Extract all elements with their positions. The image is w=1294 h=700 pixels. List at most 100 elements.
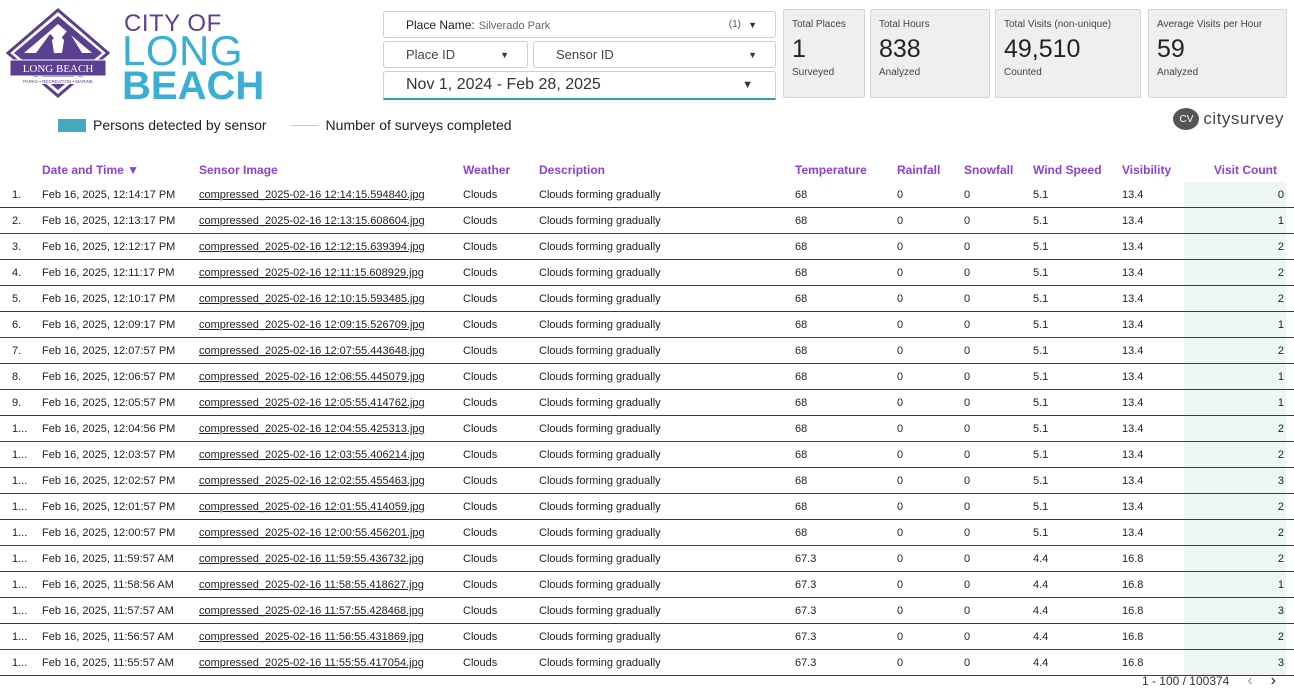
cell-visit-count: 2	[1277, 345, 1284, 357]
cell-visit-count: 0	[1277, 189, 1284, 201]
cell-sensor-image-link[interactable]: compressed_2025-02-16 12:09:15.526709.jp…	[199, 319, 425, 331]
header-date-time[interactable]: Date and Time ▼	[42, 163, 139, 177]
cell-temperature: 67.3	[795, 553, 817, 565]
cell-weather: Clouds	[463, 553, 498, 565]
cell-sensor-image-link[interactable]: compressed_2025-02-16 11:55:55.417054.jp…	[199, 657, 424, 669]
cell-snowfall: 0	[964, 241, 971, 253]
citysurvey-wordmark: citysurvey	[1203, 109, 1284, 128]
scorecard-total-visits: Total Visits (non-unique) 49,510 Counted	[995, 9, 1141, 98]
cell-wind-speed: 5.1	[1033, 475, 1049, 487]
cell-sensor-image-link[interactable]: compressed_2025-02-16 12:06:55.445079.jp…	[199, 371, 425, 383]
header-wind-speed[interactable]: Wind Speed	[1033, 163, 1102, 177]
row-index: 1...	[12, 449, 28, 461]
cell-sensor-image-link[interactable]: compressed_2025-02-16 11:56:55.431869.jp…	[199, 631, 424, 643]
cell-sensor-image-link[interactable]: compressed_2025-02-16 12:07:55.443648.jp…	[199, 345, 425, 357]
visit-count-cell-bg	[1184, 572, 1286, 597]
cell-sensor-image-link[interactable]: compressed_2025-02-16 11:58:55.418627.jp…	[199, 579, 424, 591]
cell-wind-speed: 5.1	[1033, 449, 1049, 461]
table-row: 8. Feb 16, 2025, 12:06:57 PM compressed_20…	[0, 364, 1294, 390]
cell-sensor-image-link[interactable]: compressed_2025-02-16 11:59:55.436732.jp…	[199, 553, 424, 565]
cell-visibility: 16.8	[1122, 579, 1144, 591]
cell-temperature: 68	[795, 241, 808, 253]
cell-visit-count: 3	[1277, 475, 1284, 487]
header-sensor-image[interactable]: Sensor Image	[199, 163, 278, 177]
header-visit-count[interactable]: Visit Count	[1214, 163, 1277, 177]
cell-wind-speed: 5.1	[1033, 371, 1049, 383]
cell-sensor-image-link[interactable]: compressed_2025-02-16 12:11:15.608929.jp…	[199, 267, 424, 279]
cell-visibility: 13.4	[1122, 345, 1144, 357]
date-range-picker[interactable]: Nov 1, 2024 - Feb 28, 2025 ▼	[383, 71, 776, 100]
cell-sensor-image-link-wrap: compressed_2025-02-16 12:05:55.414762.jp…	[199, 397, 425, 409]
header-weather[interactable]: Weather	[463, 163, 510, 177]
scorecard-value: 838	[879, 35, 921, 63]
cell-description: Clouds forming gradually	[539, 501, 661, 513]
cell-sensor-image-link[interactable]: compressed_2025-02-16 12:10:15.593485.jp…	[199, 293, 425, 305]
row-index: 3.	[12, 241, 22, 253]
cell-visit-count: 1	[1277, 319, 1284, 331]
cell-visit-count: 1	[1277, 579, 1284, 591]
cell-temperature: 68	[795, 527, 808, 539]
cell-visibility: 13.4	[1122, 423, 1144, 435]
cell-date-time: Feb 16, 2025, 12:05:57 PM	[42, 397, 176, 409]
cell-description: Clouds forming gradually	[539, 267, 661, 279]
cell-sensor-image-link-wrap: compressed_2025-02-16 11:55:55.417054.jp…	[199, 657, 424, 669]
cell-date-time: Feb 16, 2025, 12:03:57 PM	[42, 449, 176, 461]
table-row: 4. Feb 16, 2025, 12:11:17 PM compressed_20…	[0, 260, 1294, 286]
cell-date-time: Feb 16, 2025, 11:57:57 AM	[42, 605, 174, 617]
cell-sensor-image-link[interactable]: compressed_2025-02-16 12:14:15.594840.jp…	[199, 189, 425, 201]
cell-snowfall: 0	[964, 423, 971, 435]
cell-sensor-image-link[interactable]: compressed_2025-02-16 12:13:15.608604.jp…	[199, 215, 425, 227]
cell-sensor-image-link[interactable]: compressed_2025-02-16 12:00:55.456201.jp…	[199, 527, 425, 539]
cell-description: Clouds forming gradually	[539, 423, 661, 435]
cell-rainfall: 0	[897, 423, 904, 435]
cell-visit-count: 3	[1277, 657, 1284, 669]
header-visibility[interactable]: Visibility	[1122, 163, 1171, 177]
place-name-filter[interactable]: Place Name: Silverado Park (1) ▼	[383, 11, 776, 38]
place-name-label: Place Name:	[406, 17, 475, 32]
cell-visibility: 13.4	[1122, 189, 1144, 201]
header-rainfall[interactable]: Rainfall	[897, 163, 940, 177]
cell-snowfall: 0	[964, 631, 971, 643]
cell-sensor-image-link[interactable]: compressed_2025-02-16 12:02:55.455463.jp…	[199, 475, 425, 487]
cell-wind-speed: 4.4	[1033, 657, 1049, 669]
cell-visibility: 13.4	[1122, 527, 1144, 539]
cell-sensor-image-link[interactable]: compressed_2025-02-16 12:03:55.406214.jp…	[199, 449, 425, 461]
prev-page-button[interactable]: ‹	[1247, 672, 1252, 690]
visit-count-cell-bg	[1184, 494, 1286, 519]
cell-sensor-image-link[interactable]: compressed_2025-02-16 12:01:55.414059.jp…	[199, 501, 425, 513]
cell-rainfall: 0	[897, 267, 904, 279]
place-id-filter[interactable]: Place ID ▼	[383, 41, 528, 68]
legend-label-surveys: Number of surveys completed	[325, 117, 512, 133]
cell-sensor-image-link-wrap: compressed_2025-02-16 12:04:55.425313.jp…	[199, 423, 425, 435]
cell-weather: Clouds	[463, 241, 498, 253]
cell-date-time: Feb 16, 2025, 12:06:57 PM	[42, 371, 176, 383]
table-row: 1... Feb 16, 2025, 11:56:57 AM compressed_…	[0, 624, 1294, 650]
cell-sensor-image-link[interactable]: compressed_2025-02-16 12:05:55.414762.jp…	[199, 397, 425, 409]
header-snowfall[interactable]: Snowfall	[964, 163, 1013, 177]
cell-rainfall: 0	[897, 293, 904, 305]
header-temperature[interactable]: Temperature	[795, 163, 867, 177]
cell-date-time: Feb 16, 2025, 11:59:57 AM	[42, 553, 174, 565]
cell-visit-count: 2	[1277, 631, 1284, 643]
cell-visit-count: 2	[1277, 501, 1284, 513]
cell-snowfall: 0	[964, 605, 971, 617]
cell-date-time: Feb 16, 2025, 12:11:17 PM	[42, 267, 175, 279]
cell-sensor-image-link[interactable]: compressed_2025-02-16 11:57:55.428468.jp…	[199, 605, 424, 617]
cell-weather: Clouds	[463, 293, 498, 305]
scorecard-total-places: Total Places 1 Surveyed	[783, 9, 865, 98]
cell-sensor-image-link[interactable]: compressed_2025-02-16 12:12:15.639394.jp…	[199, 241, 425, 253]
table-pagination: 1 - 100 / 100374 ‹ ›	[1142, 672, 1276, 690]
cell-sensor-image-link[interactable]: compressed_2025-02-16 12:04:55.425313.jp…	[199, 423, 425, 435]
cell-wind-speed: 5.1	[1033, 423, 1049, 435]
table-row: 1... Feb 16, 2025, 11:59:57 AM compressed_…	[0, 546, 1294, 572]
cell-rainfall: 0	[897, 345, 904, 357]
date-range-value: Nov 1, 2024 - Feb 28, 2025	[406, 76, 601, 93]
sensor-id-filter[interactable]: Sensor ID ▼	[533, 41, 776, 68]
row-index: 1...	[12, 605, 28, 617]
cell-weather: Clouds	[463, 267, 498, 279]
header-description[interactable]: Description	[539, 163, 605, 177]
cell-sensor-image-link-wrap: compressed_2025-02-16 11:59:55.436732.jp…	[199, 553, 424, 565]
cell-visibility: 16.8	[1122, 657, 1144, 669]
cell-temperature: 68	[795, 189, 808, 201]
next-page-button[interactable]: ›	[1271, 672, 1276, 690]
